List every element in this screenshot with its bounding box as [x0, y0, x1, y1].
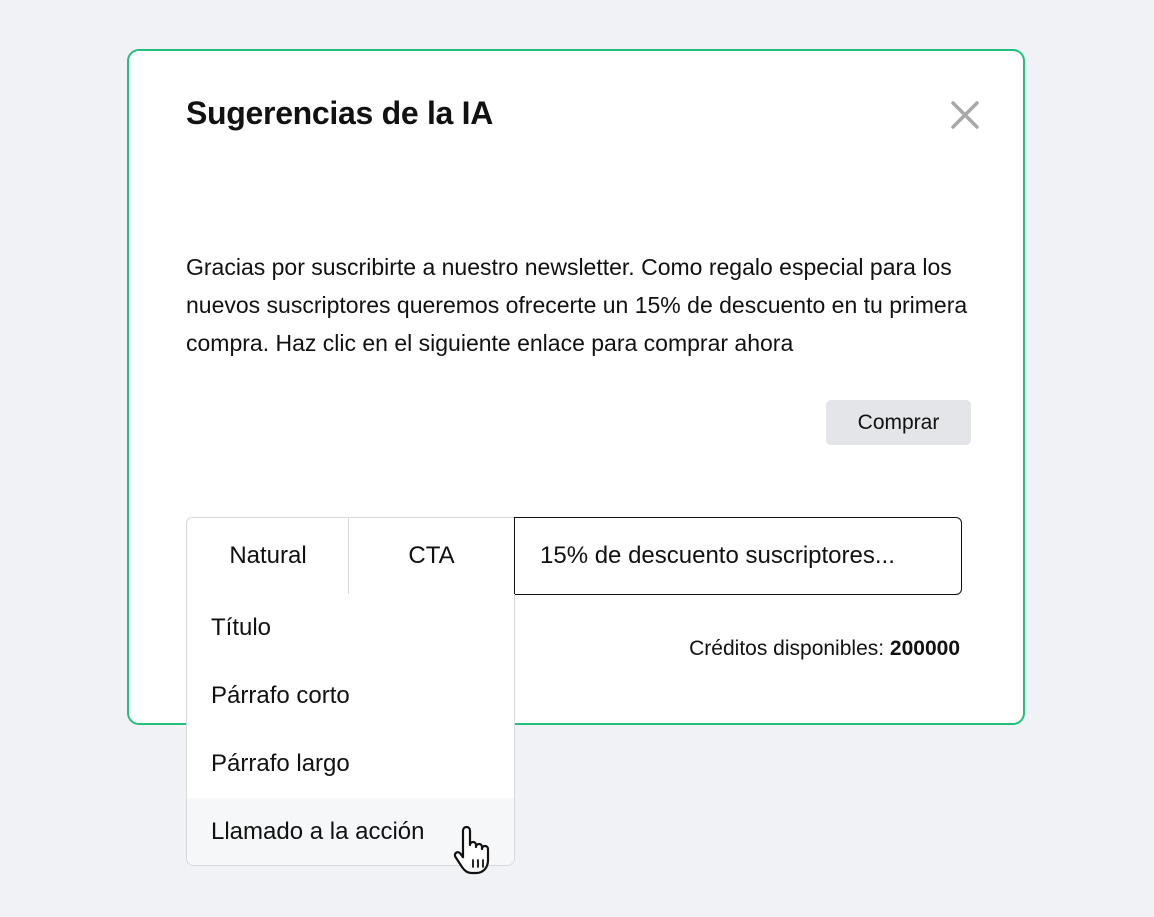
tone-select[interactable]: Natural: [186, 517, 349, 595]
prompt-input[interactable]: 15% de descuento suscriptores...: [514, 517, 962, 595]
credits-display: Créditos disponibles: 200000: [689, 637, 960, 661]
close-icon: [951, 101, 979, 129]
suggestion-controls: Natural CTA 15% de descuento suscriptore…: [186, 517, 962, 595]
dropdown-item-llamado-accion[interactable]: Llamado a la acción: [187, 798, 514, 865]
format-dropdown-menu: Título Párrafo corto Párrafo largo Llama…: [186, 594, 515, 866]
credits-label: Créditos disponibles:: [689, 637, 885, 660]
credits-value: 200000: [889, 637, 960, 660]
dropdown-item-parrafo-corto[interactable]: Párrafo corto: [187, 662, 514, 730]
dropdown-item-titulo[interactable]: Título: [187, 594, 514, 662]
dropdown-item-parrafo-largo[interactable]: Párrafo largo: [187, 730, 514, 798]
close-button[interactable]: [945, 95, 985, 135]
modal-title: Sugerencias de la IA: [186, 95, 494, 131]
format-select[interactable]: CTA: [348, 517, 515, 595]
suggestion-text: Gracias por suscribirte a nuestro newsle…: [186, 254, 968, 356]
buy-button[interactable]: Comprar: [826, 400, 971, 445]
